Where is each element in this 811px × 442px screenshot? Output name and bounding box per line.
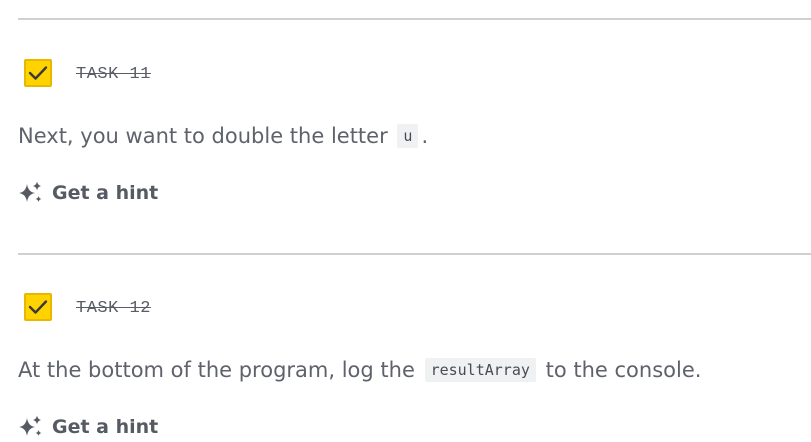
task-list: TASK 11 Next, you want to double the let… (0, 0, 811, 442)
task-label: TASK 11 (76, 65, 151, 84)
instruction-text: At the bottom of the program, log the (18, 358, 415, 382)
task-11: TASK 11 (18, 59, 811, 89)
divider (18, 253, 811, 255)
checkmark-icon (28, 300, 48, 314)
task-instruction: At the bottom of the program, log the re… (18, 358, 701, 382)
task-label: TASK 12 (76, 299, 151, 318)
task-header: TASK 11 (18, 59, 811, 89)
instruction-text-end: . (421, 124, 429, 148)
sparkle-icon (19, 181, 42, 202)
task-instruction: Next, you want to double the letter u. (18, 124, 428, 148)
get-hint-label: Get a hint (52, 416, 159, 438)
inline-code: resultArray (424, 358, 536, 382)
divider (18, 18, 811, 20)
task-12: TASK 12 (18, 293, 811, 323)
inline-code: u (397, 124, 419, 148)
task-checkbox[interactable] (24, 293, 52, 321)
sparkle-icon (19, 415, 42, 436)
checkmark-icon (28, 66, 48, 80)
instruction-text-end: to the console. (545, 358, 702, 382)
instruction-text: Next, you want to double the letter (18, 124, 388, 148)
get-hint-button[interactable]: Get a hint (18, 415, 158, 439)
get-hint-button[interactable]: Get a hint (18, 181, 158, 205)
task-header: TASK 12 (18, 293, 811, 323)
task-checkbox[interactable] (24, 59, 52, 87)
get-hint-label: Get a hint (52, 182, 159, 204)
